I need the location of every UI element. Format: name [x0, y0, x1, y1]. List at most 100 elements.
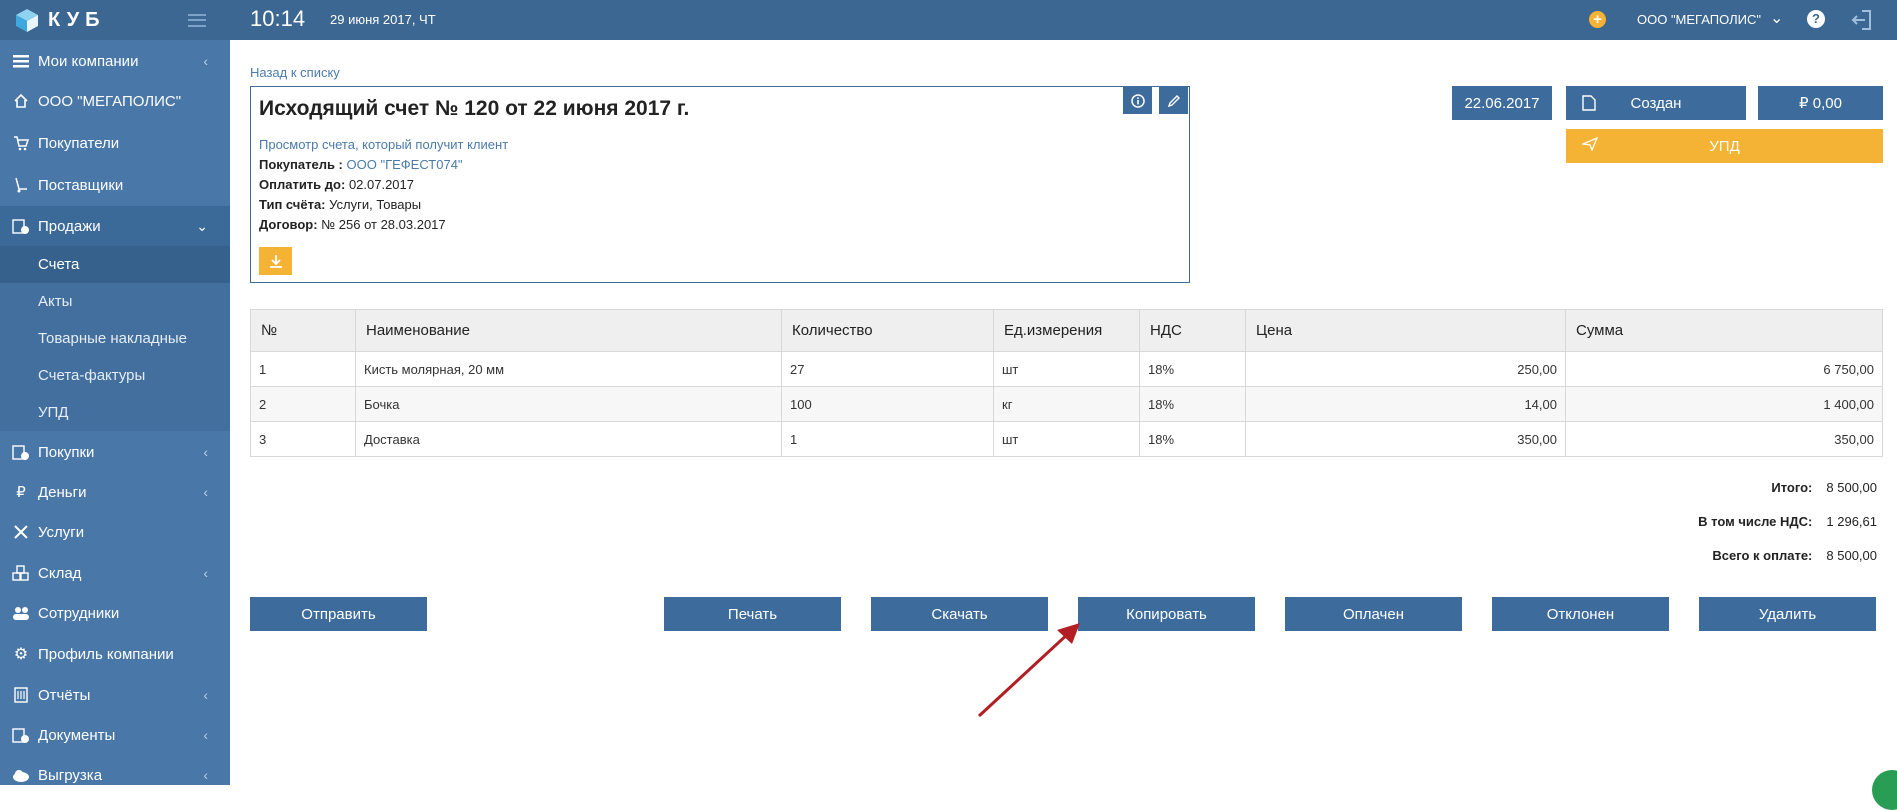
ruble-icon: ₽	[16, 484, 26, 501]
cell-number: 2	[250, 386, 356, 422]
contract-row: Договор: № 256 от 28.03.2017	[259, 217, 446, 232]
company-selector[interactable]: ООО "МЕГАПОЛИС"	[1637, 12, 1761, 27]
sidebar-item-company[interactable]: ООО "МЕГАПОЛИС"	[0, 81, 230, 121]
col-vat[interactable]: НДС	[1139, 309, 1246, 352]
chat-widget-icon[interactable]	[1872, 770, 1897, 810]
amount-due-row: Всего к оплате: 8 500,00	[1712, 548, 1877, 563]
total-label: Итого:	[1771, 480, 1813, 495]
delete-button[interactable]: Удалить	[1699, 597, 1876, 631]
client-preview-link[interactable]: Просмотр счета, который получит клиент	[259, 137, 508, 152]
sidebar-item-my-companies[interactable]: Мои компании ‹	[0, 41, 230, 81]
cell-price: 250,00	[1245, 351, 1566, 387]
cube-logo-icon	[14, 7, 40, 33]
sidebar-item-label: Отчёты	[38, 686, 91, 704]
sidebar-item-employees[interactable]: Сотрудники	[0, 593, 230, 633]
sidebar-subitem-tax-invoices[interactable]: Счета-фактуры	[0, 357, 230, 394]
chevron-down-icon[interactable]: ⌄	[1770, 8, 1783, 28]
sidebar-item-suppliers[interactable]: Поставщики	[0, 165, 230, 205]
logo-text: КУБ	[48, 8, 106, 31]
invoice-card: Исходящий счет № 120 от 22 июня 2017 г. …	[250, 86, 1190, 283]
cell-number: 3	[250, 421, 356, 457]
sidebar-item-sales[interactable]: Продажи ⌄	[0, 206, 230, 246]
sidebar-item-label: Покупки	[38, 443, 95, 461]
upd-label: УПД	[1709, 137, 1740, 155]
cell-name: Кисть молярная, 20 мм	[355, 351, 782, 387]
contract-label: Договор:	[259, 217, 318, 232]
sidebar-item-purchases[interactable]: Покупки ‹	[0, 432, 230, 472]
copy-button[interactable]: Копировать	[1078, 597, 1255, 631]
col-quantity[interactable]: Количество	[781, 309, 994, 352]
cart-icon	[12, 134, 30, 152]
sidebar-item-label: Склад	[38, 564, 82, 582]
send-button[interactable]: Отправить	[250, 597, 427, 631]
paid-amount-button[interactable]: ₽ 0,00	[1758, 86, 1883, 120]
help-icon[interactable]: ?	[1807, 10, 1825, 28]
vat-total-row: В том числе НДС: 1 296,61	[1698, 514, 1877, 529]
info-button[interactable]	[1123, 87, 1152, 114]
pay-until-row: Оплатить до: 02.07.2017	[259, 177, 414, 192]
sidebar-item-services[interactable]: Услуги	[0, 512, 230, 552]
col-number[interactable]: №	[250, 309, 356, 352]
sales-icon	[12, 217, 30, 235]
sidebar-item-buyers[interactable]: Покупатели	[0, 123, 230, 163]
sidebar-item-money[interactable]: ₽ Деньги ‹	[0, 472, 230, 512]
sidebar-subitem-invoices[interactable]: Счета	[0, 246, 230, 283]
invoice-items-table: № Наименование Количество Ед.измерения Н…	[250, 309, 1883, 457]
sidebar-subitem-upd[interactable]: УПД	[0, 394, 230, 431]
print-button[interactable]: Печать	[664, 597, 841, 631]
status-label: Создан	[1630, 94, 1682, 112]
sidebar-item-label: Выгрузка	[38, 766, 103, 784]
reject-button[interactable]: Отклонен	[1492, 597, 1669, 631]
vat-total-value: 1 296,61	[1826, 514, 1877, 529]
pay-until-value: 02.07.2017	[348, 177, 415, 192]
chevron-left-icon: ‹	[203, 687, 208, 703]
cell-quantity: 1	[781, 421, 994, 457]
contract-value: № 256 от 28.03.2017	[321, 217, 446, 232]
top-bar: 10:14 29 июня 2017, ЧТ + ООО "МЕГАПОЛИС"…	[230, 0, 1897, 40]
document-icon	[1582, 95, 1596, 111]
buyer-label: Покупатель :	[259, 157, 343, 172]
total-row: Итого: 8 500,00	[1771, 480, 1877, 495]
sidebar-subitem-waybills[interactable]: Товарные накладные	[0, 320, 230, 357]
logout-icon[interactable]	[1850, 9, 1872, 31]
edit-button[interactable]	[1159, 87, 1188, 114]
cell-name: Бочка	[355, 386, 782, 422]
sidebar-item-warehouse[interactable]: Склад ‹	[0, 553, 230, 593]
status-created-button[interactable]: Создан	[1566, 86, 1746, 120]
cell-unit: шт	[993, 421, 1140, 457]
col-unit[interactable]: Ед.измерения	[993, 309, 1140, 352]
download-icon	[269, 255, 282, 268]
add-plus-icon[interactable]: +	[1589, 11, 1606, 28]
sidebar-item-export[interactable]: Выгрузка ‹	[0, 755, 230, 795]
cloud-upload-icon	[12, 766, 30, 784]
buyer-link[interactable]: ООО "ГЕФЕСТ074"	[347, 157, 463, 172]
sidebar-item-company-profile[interactable]: ⚙ Профиль компании	[0, 634, 230, 674]
purchases-icon	[12, 443, 30, 461]
sidebar: КУБ Мои компании ‹ ООО "МЕГАПОЛИС" Покуп…	[0, 0, 230, 785]
menu-toggle-icon[interactable]	[188, 13, 206, 27]
sidebar-item-label: Сотрудники	[38, 604, 120, 622]
cell-sum: 1 400,00	[1565, 386, 1883, 422]
cell-vat: 18%	[1139, 351, 1246, 387]
building-icon	[12, 686, 30, 704]
col-name[interactable]: Наименование	[355, 309, 782, 352]
download-file-button[interactable]	[259, 247, 292, 275]
wrench-icon	[12, 523, 30, 541]
mark-paid-button[interactable]: Оплачен	[1285, 597, 1462, 631]
col-sum[interactable]: Сумма	[1565, 309, 1883, 352]
upd-button[interactable]: УПД	[1566, 129, 1883, 163]
col-price[interactable]: Цена	[1245, 309, 1566, 352]
invoice-type-value: Услуги, Товары	[329, 197, 422, 212]
invoice-date-badge: 22.06.2017	[1452, 86, 1552, 120]
cell-unit: шт	[993, 351, 1140, 387]
sidebar-subitem-acts[interactable]: Акты	[0, 283, 230, 320]
sidebar-item-label: ООО "МЕГАПОЛИС"	[38, 92, 182, 110]
logo-bar: КУБ	[0, 0, 230, 40]
list-icon	[12, 52, 30, 70]
chevron-left-icon: ‹	[203, 767, 208, 783]
sidebar-item-documents[interactable]: Документы ‹	[0, 715, 230, 755]
cell-unit: кг	[993, 386, 1140, 422]
cell-number: 1	[250, 351, 356, 387]
sidebar-item-reports[interactable]: Отчёты ‹	[0, 675, 230, 715]
back-to-list-link[interactable]: Назад к списку	[250, 65, 340, 80]
